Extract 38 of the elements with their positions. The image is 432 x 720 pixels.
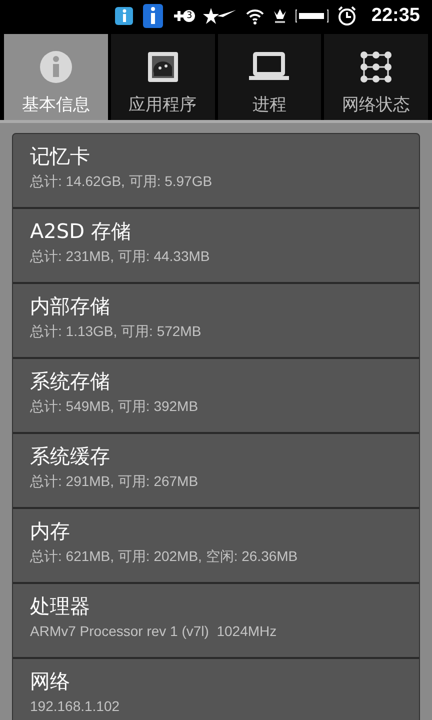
info-row[interactable]: 内存 总计: 621MB, 可用: 202MB, 空闲: 26.36MB	[13, 509, 419, 584]
info-row[interactable]: A2SD 存储 总计: 231MB, 可用: 44.33MB	[13, 209, 419, 284]
info-row[interactable]: 记忆卡 总计: 14.62GB, 可用: 5.97GB	[13, 134, 419, 209]
info-icon	[114, 6, 134, 26]
item-title: 系统存储	[30, 368, 111, 394]
info-icon	[38, 49, 74, 85]
item-title: 记忆卡	[30, 143, 91, 169]
tab[interactable]: 应用程序	[110, 34, 214, 120]
item-detail: 总计: 291MB, 可用: 267MB	[30, 473, 200, 491]
item-title: 系统缓存	[30, 443, 111, 469]
clock-time: 22:35	[371, 5, 420, 27]
info-row[interactable]: 处理器 ARMv7 Processor rev 1 (v7l) 1024MHz	[13, 584, 419, 659]
item-detail: ARMv7 Processor rev 1 (v7l) 1024MHz	[30, 623, 278, 639]
crown-icon	[273, 7, 288, 25]
star-icon	[203, 7, 238, 25]
dot-grid-icon	[358, 49, 394, 85]
info-icon	[142, 3, 164, 29]
item-title: 网络	[30, 668, 71, 694]
info-row[interactable]: 系统存储 总计: 549MB, 可用: 392MB	[13, 359, 419, 434]
tab[interactable]: 网络状态	[324, 34, 428, 120]
item-detail: 总计: 1.13GB, 可用: 572MB	[30, 323, 202, 341]
item-detail: 总计: 621MB, 可用: 202MB, 空闲: 26.36MB	[30, 548, 299, 566]
item-detail: 总计: 14.62GB, 可用: 5.97GB	[30, 173, 214, 191]
item-title: 处理器	[30, 593, 91, 619]
wifi-icon	[245, 7, 266, 25]
alarm-clock-icon	[337, 6, 358, 26]
info-row[interactable]: 系统缓存 总计: 291MB, 可用: 267MB	[13, 434, 419, 509]
item-detail: 总计: 231MB, 可用: 44.33MB	[30, 248, 211, 266]
battery-icon	[295, 9, 330, 23]
item-title: 内存	[30, 518, 71, 544]
notification-badge: 3	[183, 10, 196, 22]
tab[interactable]: 进程	[218, 34, 322, 120]
info-row[interactable]: 内部存储 总计: 1.13GB, 可用: 572MB	[13, 284, 419, 359]
item-title: A2SD 存储	[30, 218, 132, 244]
item-detail: 192.168.1.102	[30, 698, 121, 714]
item-detail: 总计: 549MB, 可用: 392MB	[30, 398, 200, 416]
item-title: 内部存储	[30, 293, 111, 319]
info-row[interactable]: 网络 192.168.1.102	[13, 659, 419, 720]
